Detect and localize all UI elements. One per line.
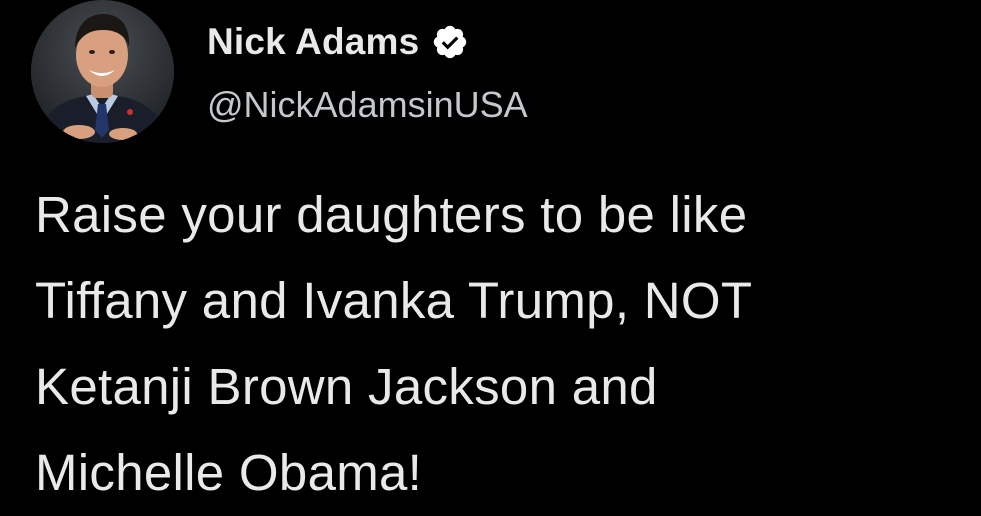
author-handle[interactable]: @NickAdamsinUSA <box>207 84 528 126</box>
tweet-card: Nick Adams @NickAdamsinUSA Raise your da… <box>0 0 981 501</box>
verified-badge-icon <box>431 23 469 61</box>
tweet-text: Raise your daughters to be like Tiffany … <box>35 172 965 516</box>
tweet-text-line: Michelle Obama! <box>35 444 423 501</box>
author-avatar[interactable] <box>31 0 174 143</box>
tweet-text-line: Tiffany and Ivanka Trump, NOT <box>35 272 753 329</box>
author-name-row[interactable]: Nick Adams <box>207 16 469 68</box>
profile-photo-icon <box>31 0 174 143</box>
author-display-name[interactable]: Nick Adams <box>207 21 419 63</box>
tweet-text-line: Ketanji Brown Jackson and <box>35 358 658 415</box>
tweet-text-line: Raise your daughters to be like <box>35 186 748 243</box>
